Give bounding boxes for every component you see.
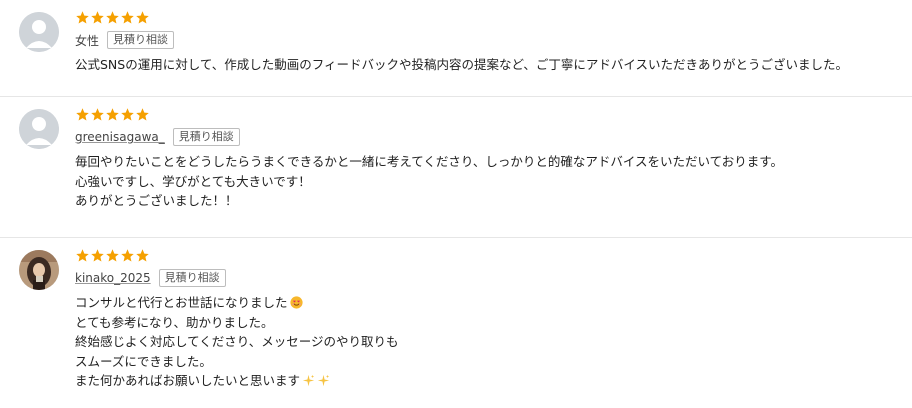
review-line: スムーズにできました。	[75, 353, 212, 369]
reviewer-name-link[interactable]: greenisagawa_	[75, 130, 165, 144]
star-icon	[121, 108, 134, 121]
estimate-badge: 見積り相談	[158, 269, 226, 287]
review-line: 毎回やりたいことをどうしたらうまくできるかと一緒に考えてくださり、しっかりと的確…	[75, 154, 784, 169]
review-line: 終始感じよく対応してくださり、メッセージのやり取りも	[75, 334, 399, 349]
estimate-badge: 見積り相談	[107, 31, 175, 49]
star-rating	[75, 107, 902, 123]
star-icon	[91, 108, 104, 121]
star-icon	[76, 249, 89, 262]
star-icon	[106, 249, 119, 262]
sparkles-emoji	[302, 374, 315, 387]
user-photo-avatar[interactable]	[19, 250, 59, 290]
star-rating	[75, 248, 902, 264]
review-text: 公式SNSの運用に対して、作成した動画のフィードバックや投稿内容の提案など、ご丁…	[75, 55, 902, 75]
star-icon	[106, 11, 119, 24]
review-line: ありがとうございました！！	[75, 193, 238, 208]
review-line: とても参考になり、助かりました。	[75, 314, 274, 330]
review-line: 心強いですし、学びがとても大きいです！	[75, 173, 311, 189]
star-icon	[76, 108, 89, 121]
smiling-face-with-hearts-emoji	[289, 296, 303, 309]
review-line: 公式SNSの運用に対して、作成した動画のフィードバックや投稿内容の提案など、ご丁…	[75, 57, 848, 72]
default-avatar-icon[interactable]	[19, 109, 59, 149]
estimate-badge: 見積り相談	[172, 128, 240, 146]
star-icon	[91, 249, 104, 262]
star-icon	[121, 249, 134, 262]
star-icon	[106, 108, 119, 121]
sparkles-emoji	[317, 374, 330, 387]
review-line: また何かあればお願いしたいと思います	[75, 371, 902, 391]
star-icon	[76, 11, 89, 24]
review-item: greenisagawa_ 見積り相談 毎回やりたいことをどうしたらうまくできる…	[0, 97, 912, 238]
review-item: 女性 見積り相談 公式SNSの運用に対して、作成した動画のフィードバックや投稿内…	[0, 0, 912, 97]
star-rating	[75, 10, 902, 26]
reviewer-name-link[interactable]: kinako_2025	[75, 271, 151, 285]
star-icon	[136, 11, 149, 24]
review-item: kinako_2025 見積り相談 コンサルと代行とお世話になりました とても参…	[0, 238, 912, 408]
star-icon	[121, 11, 134, 24]
reviewer-name: 女性	[75, 33, 100, 48]
star-icon	[91, 11, 104, 24]
review-text: 毎回やりたいことをどうしたらうまくできるかと一緒に考えてくださり、しっかりと的確…	[75, 152, 902, 211]
review-text: コンサルと代行とお世話になりました とても参考になり、助かりました。 終始感じよ…	[75, 293, 902, 391]
default-avatar-icon[interactable]	[19, 12, 59, 52]
star-icon	[136, 249, 149, 262]
review-line: コンサルと代行とお世話になりました	[75, 293, 902, 313]
review-line-text: コンサルと代行とお世話になりました	[75, 295, 288, 310]
review-line-text: また何かあればお願いしたいと思います	[75, 373, 301, 388]
star-icon	[136, 108, 149, 121]
